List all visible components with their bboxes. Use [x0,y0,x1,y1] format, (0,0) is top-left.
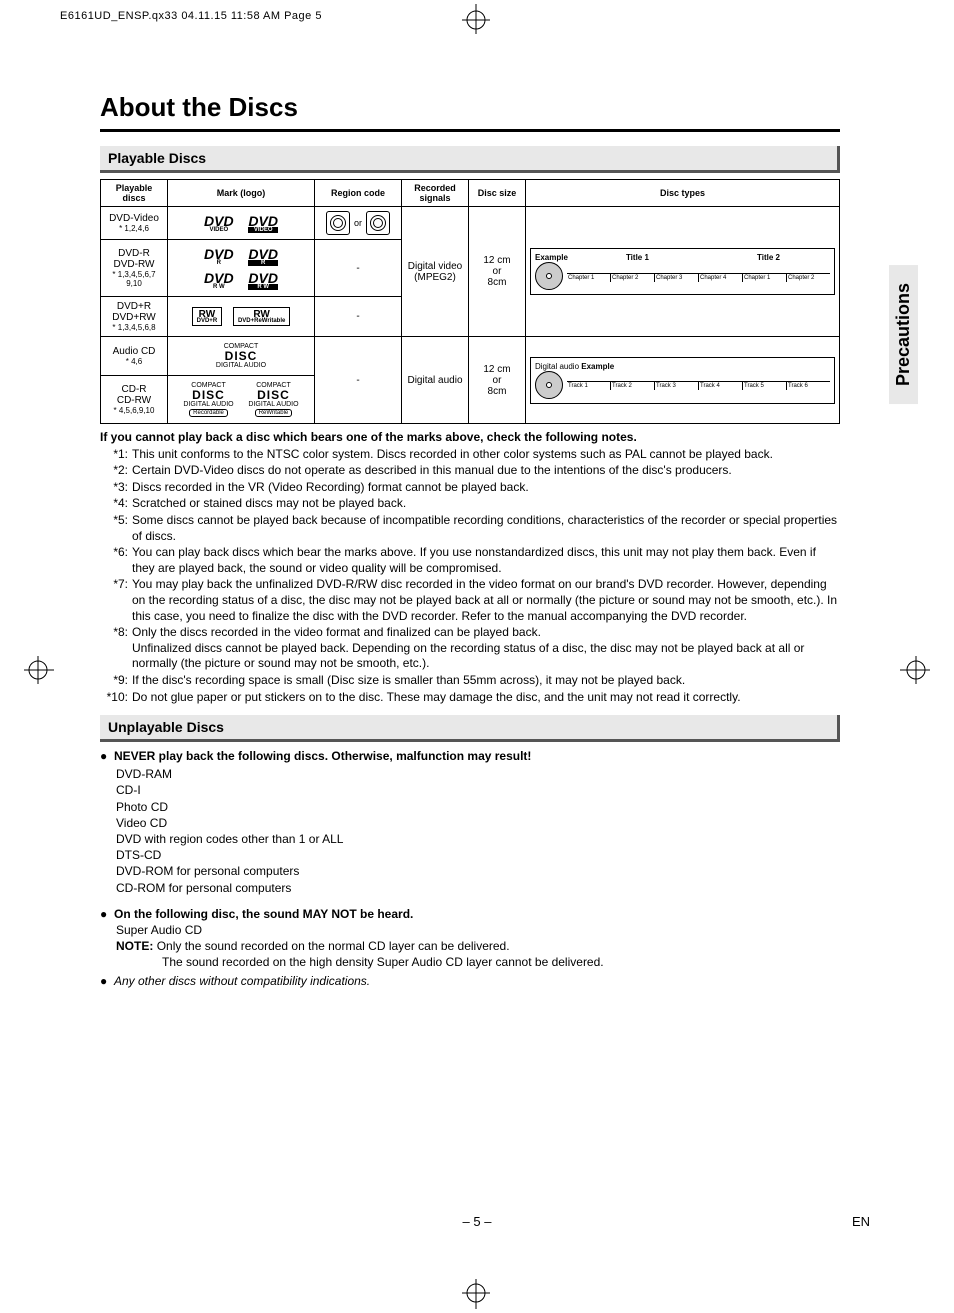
language-label: EN [852,1214,870,1229]
playable-table: Playable discs Mark (logo) Region code R… [100,179,840,424]
notes-block: If you cannot play back a disc which bea… [100,430,840,705]
size-dvd: 12 cm or 8cm [469,207,526,337]
crop-mark-top [456,4,496,34]
row-name: DVD-R DVD-RW [105,248,163,270]
dvd-video-logo: DVDVIDEO [248,213,278,233]
globe-all-icon [366,211,390,235]
section-playable: Playable Discs [100,146,840,173]
cd-logo: COMPACTDISCDIGITAL AUDIO [216,343,266,369]
dvd-r-logo: DVDR [204,246,234,266]
signals-cd: Digital audio [402,337,469,424]
table-row: DVD-Video* 1,2,4,6 DVDVIDEO DVDVIDEO or … [101,207,840,240]
signals-dvd: Digital video (MPEG2) [402,207,469,337]
row-note: * 1,2,4,6 [105,224,163,233]
cd-rw-logo: COMPACTDISCDIGITAL AUDIOReWritable [248,382,298,417]
side-tab-precautions: Precautions [889,265,918,404]
row-name: DVD-Video [105,213,163,224]
crop-mark-left [24,650,54,690]
row-note: * 1,3,4,5,6,7 9,10 [105,270,163,288]
size-cd: 12 cm or 8cm [469,337,526,424]
page-title: About the Discs [100,92,840,123]
region-code: or [326,211,390,235]
globe-icon [326,211,350,235]
dvd-rw-logo: DVDR W [204,270,234,290]
title-rule [100,129,840,132]
crop-mark-right [900,650,930,690]
rw-plus-r-logo: RWDVD+R [192,307,223,326]
rw-plus-rw-logo: RWDVD+ReWritable [233,307,290,326]
row-name: CD-R CD-RW [105,384,163,406]
row-note: * 4,6 [105,357,163,366]
row-note: * 4,5,6,9,10 [105,406,163,415]
cd-r-logo: COMPACTDISCDIGITAL AUDIORecordable [183,382,233,417]
row-name: Audio CD [105,346,163,357]
disc-icon [535,371,563,399]
table-row: Audio CD* 4,6 COMPACTDISCDIGITAL AUDIO -… [101,337,840,376]
print-header: E6161UD_ENSP.qx33 04.11.15 11:58 AM Page… [60,10,322,22]
row-name: DVD+R DVD+RW [105,301,163,323]
th-types: Disc types [526,180,840,207]
notes-lead: If you cannot play back a disc which bea… [100,430,637,444]
th-mark: Mark (logo) [168,180,315,207]
th-region: Region code [315,180,402,207]
section-unplayable: Unplayable Discs [100,715,840,742]
disc-icon [535,262,563,290]
unplayable-block: ●NEVER play back the following discs. Ot… [100,748,840,989]
example-dvd: ExampleTitle 1Title 2 Chapter 1Chapter 2… [530,248,835,295]
dvd-rw-logo-2: DVDR W [248,270,278,290]
dvd-r-logo-2: DVDR [248,246,278,266]
th-discs: Playable discs [101,180,168,207]
row-note: * 1,3,4,5,6,8 [105,323,163,332]
dvd-logo: DVDVIDEO [204,213,234,233]
page-number: – 5 – [0,1214,954,1229]
example-cd: Digital audio Example Track 1Track 2Trac… [530,357,835,404]
crop-mark-bottom [456,1279,496,1309]
th-size: Disc size [469,180,526,207]
th-signals: Recorded signals [402,180,469,207]
